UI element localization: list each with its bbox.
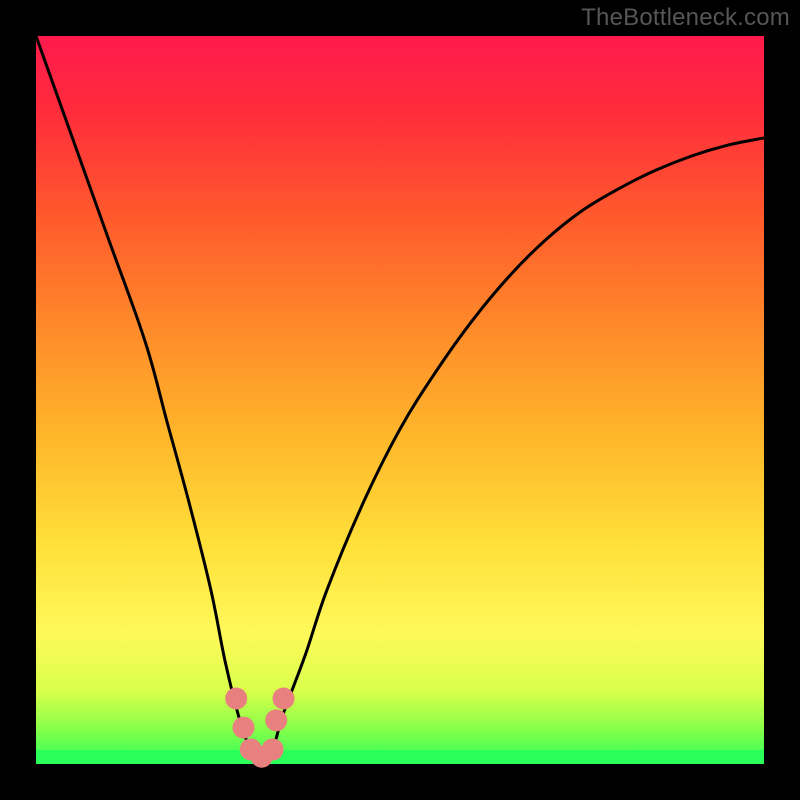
chart-frame: TheBottleneck.com bbox=[0, 0, 800, 800]
bottleneck-chart bbox=[0, 0, 800, 800]
green-zone bbox=[36, 750, 764, 764]
curve-marker bbox=[262, 738, 284, 760]
watermark-text: TheBottleneck.com bbox=[581, 4, 790, 32]
plot-background bbox=[36, 36, 764, 764]
curve-marker bbox=[232, 717, 254, 739]
curve-marker bbox=[265, 709, 287, 731]
curve-marker bbox=[273, 687, 295, 709]
curve-marker bbox=[225, 687, 247, 709]
